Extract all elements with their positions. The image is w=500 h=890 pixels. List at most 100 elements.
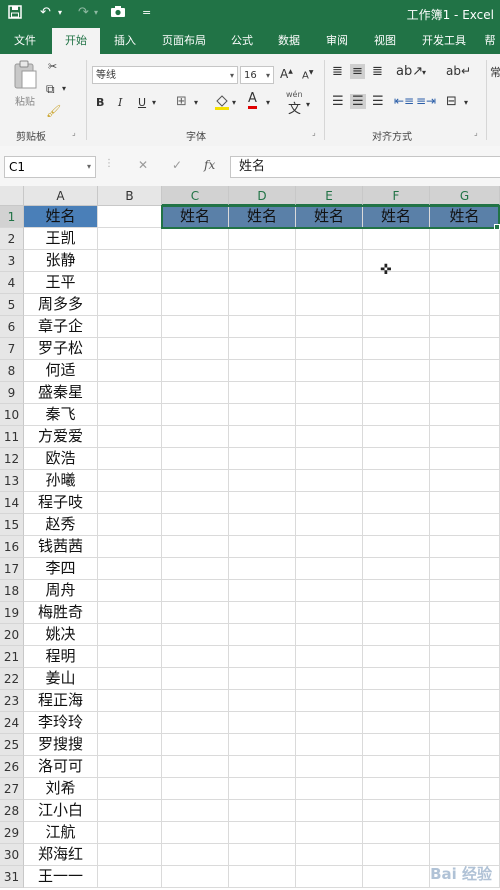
borders-icon[interactable]: ⊞ [176, 94, 187, 109]
row-header[interactable]: 20 [0, 624, 24, 646]
enter-button[interactable]: ✓ [172, 158, 182, 172]
increase-indent-icon[interactable]: ≡⇥ [416, 94, 436, 108]
name-cell[interactable]: 刘希 [24, 778, 98, 800]
merge-dropdown-icon[interactable]: ▾ [464, 98, 468, 107]
grid-cell[interactable] [363, 536, 430, 558]
grid-cell[interactable] [162, 514, 229, 536]
tab-review[interactable]: 审阅 [316, 28, 358, 54]
row-header[interactable]: 17 [0, 558, 24, 580]
grid-cell[interactable] [296, 470, 363, 492]
grid-cell[interactable] [98, 316, 162, 338]
grid-cell[interactable] [162, 690, 229, 712]
redo-icon[interactable]: ↷ [78, 5, 89, 21]
row-header[interactable]: 31 [0, 866, 24, 888]
fill-color-icon[interactable] [214, 94, 230, 113]
number-format-icon[interactable]: 常 [490, 64, 500, 80]
column-header-d[interactable]: D [229, 186, 296, 206]
copy-dropdown-icon[interactable]: ▾ [62, 84, 66, 93]
grid-cell[interactable] [296, 624, 363, 646]
row-header[interactable]: 26 [0, 756, 24, 778]
grid-cell[interactable] [98, 756, 162, 778]
grid-cell[interactable] [430, 690, 500, 712]
grid-cell[interactable] [98, 866, 162, 888]
grid-cell[interactable] [296, 272, 363, 294]
name-cell[interactable]: 程正海 [24, 690, 98, 712]
name-cell[interactable]: 赵秀 [24, 514, 98, 536]
grid-cell[interactable] [98, 536, 162, 558]
grid-cell[interactable] [229, 316, 296, 338]
grid-cell[interactable] [162, 360, 229, 382]
grid-cell[interactable] [162, 580, 229, 602]
grid-cell[interactable] [363, 866, 430, 888]
column-header-e[interactable]: E [296, 186, 363, 206]
paste-button[interactable]: 粘贴 [8, 60, 42, 108]
grid-cell[interactable] [98, 668, 162, 690]
row-header[interactable]: 6 [0, 316, 24, 338]
grid-cell[interactable] [98, 514, 162, 536]
grid-cell[interactable] [229, 580, 296, 602]
grid-cell[interactable] [430, 668, 500, 690]
grid-cell[interactable] [162, 382, 229, 404]
grid-cell[interactable] [162, 844, 229, 866]
grid-cell[interactable] [162, 756, 229, 778]
grid-cell[interactable] [229, 668, 296, 690]
header-cell[interactable]: 姓名 [430, 206, 500, 228]
grid-cell[interactable] [430, 514, 500, 536]
grid-cell[interactable] [363, 580, 430, 602]
grid-cell[interactable] [229, 448, 296, 470]
underline-dropdown-icon[interactable]: ▾ [152, 98, 156, 107]
format-painter-icon[interactable]: 🖌 [46, 104, 61, 118]
align-bottom-icon[interactable]: ≣ [372, 64, 383, 79]
alignment-launcher-icon[interactable]: ⌟ [474, 128, 478, 137]
grid-cell[interactable] [430, 822, 500, 844]
grid-cell[interactable] [296, 646, 363, 668]
grid-cell[interactable] [430, 294, 500, 316]
grid-cell[interactable] [296, 580, 363, 602]
grid-cell[interactable] [363, 360, 430, 382]
grid-cell[interactable] [296, 866, 363, 888]
insert-function-button[interactable]: fx [204, 158, 215, 172]
align-right-icon[interactable]: ☰ [372, 94, 384, 109]
undo-icon[interactable]: ↶ [40, 5, 51, 21]
grid-cell[interactable] [162, 558, 229, 580]
grid-cell[interactable] [162, 470, 229, 492]
name-cell[interactable]: 秦飞 [24, 404, 98, 426]
grid-cell[interactable] [296, 756, 363, 778]
grid-cell[interactable] [229, 602, 296, 624]
row-header[interactable]: 30 [0, 844, 24, 866]
grid-cell[interactable] [162, 250, 229, 272]
grid-cell[interactable] [430, 470, 500, 492]
grid-cell[interactable] [98, 712, 162, 734]
grid-cell[interactable] [229, 536, 296, 558]
copy-icon[interactable]: ⧉ [46, 82, 55, 97]
grid-cell[interactable] [98, 382, 162, 404]
camera-icon[interactable] [110, 5, 126, 23]
grid-cell[interactable] [363, 712, 430, 734]
grid-cell[interactable] [296, 228, 363, 250]
grid-cell[interactable] [296, 250, 363, 272]
grid-cell[interactable] [363, 228, 430, 250]
formula-input[interactable]: 姓名 [230, 156, 500, 178]
grid-cell[interactable] [98, 360, 162, 382]
grid-cell[interactable] [229, 338, 296, 360]
row-header[interactable]: 18 [0, 580, 24, 602]
fill-color-dropdown-icon[interactable]: ▾ [232, 98, 236, 107]
grid-cell[interactable] [363, 470, 430, 492]
grid-cell[interactable] [229, 866, 296, 888]
grid-cell[interactable] [229, 756, 296, 778]
grid-cell[interactable] [162, 316, 229, 338]
row-header[interactable]: 2 [0, 228, 24, 250]
wrap-text-icon[interactable]: ab↵ [446, 64, 471, 78]
grid-cell[interactable] [363, 734, 430, 756]
grid-cell[interactable] [296, 822, 363, 844]
grid-cell[interactable] [430, 536, 500, 558]
grid-cell[interactable] [363, 272, 430, 294]
grid-cell[interactable] [430, 272, 500, 294]
grid-cell[interactable] [98, 470, 162, 492]
grid-cell[interactable] [229, 404, 296, 426]
align-top-icon[interactable]: ≣ [332, 64, 343, 79]
name-cell[interactable]: 程明 [24, 646, 98, 668]
grid-cell[interactable] [229, 558, 296, 580]
grid-cell[interactable] [430, 426, 500, 448]
font-color-dropdown-icon[interactable]: ▾ [266, 98, 270, 107]
